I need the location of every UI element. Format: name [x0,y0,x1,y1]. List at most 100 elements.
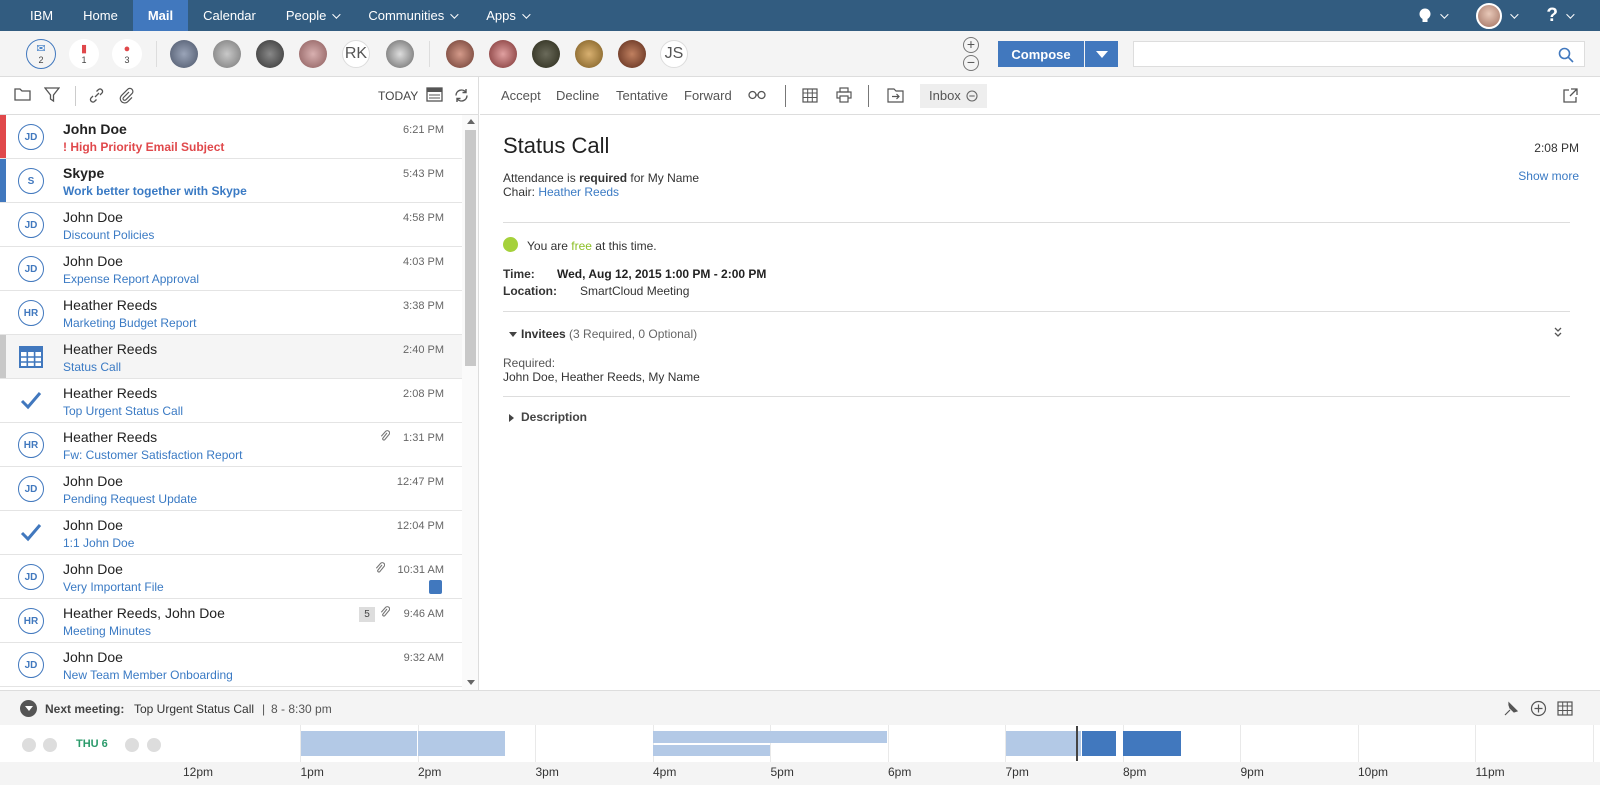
compose-button[interactable]: Compose [998,41,1084,67]
remove-circle-icon[interactable] [966,90,978,102]
message-row[interactable]: HR Heather Reeds Fw: Customer Satisfaction… [0,423,462,467]
required-invitees-links[interactable]: John Doe, Heather Reeds, My Name [503,370,700,384]
link-icon[interactable] [88,87,105,104]
inbox-icon[interactable]: ✉ 2 [26,39,56,69]
contact-avatar[interactable] [532,40,560,68]
nav-ibm[interactable]: IBM [0,0,68,31]
contact-initials-avatar[interactable]: RK [342,40,370,68]
message-row[interactable]: JD John Doe Discount Policies 4:58 PM [0,203,462,247]
glasses-icon[interactable] [748,90,766,100]
message-row[interactable]: JD John Doe ! High Priority Email Subject 6… [0,115,462,159]
message-list-scrollbar[interactable] [462,115,478,690]
contact-avatar[interactable] [170,40,198,68]
invitees-toggle[interactable]: Invitees (3 Required, 0 Optional) [509,327,697,341]
pin-icon[interactable] [1503,700,1520,717]
next-meeting-link[interactable]: Top Urgent Status Call [134,702,254,716]
timeline-event-block[interactable] [1081,731,1117,756]
message-row[interactable]: S Skype Work better together with Skype 5:4… [0,159,462,203]
contact-avatar[interactable] [256,40,284,68]
help-menu[interactable]: ? [1546,5,1575,27]
zoom-in-icon[interactable]: + [963,37,979,53]
nav-label: Communities [368,8,445,23]
contact-avatar[interactable] [386,40,414,68]
first-day-icon[interactable] [22,738,36,752]
print-icon[interactable] [836,87,852,103]
tentative-button[interactable]: Tentative [616,88,668,103]
message-row[interactable]: JD John Doe Pending Request Update 12:47 PM [0,467,462,511]
nav-home[interactable]: Home [68,0,133,31]
collapse-toggle-icon[interactable] [20,700,37,717]
alert-icon[interactable]: ● 3 [112,39,142,69]
message-row[interactable]: JD John Doe New Team Member Onboarding 9:32… [0,643,462,687]
message-row[interactable]: Heather Reeds Status Call 2:40 PM [0,335,462,379]
zoom-out-icon[interactable]: − [963,55,979,71]
invitees-label: Invitees [521,327,566,341]
accept-button[interactable]: Accept [501,88,541,103]
scrollbar-thumb[interactable] [465,130,476,366]
timeline-event-block[interactable] [1123,731,1181,756]
forward-button[interactable]: Forward [684,88,732,103]
scroll-down-arrow-icon[interactable] [467,680,475,685]
sender-avatar: HR [18,300,44,326]
sender-avatar: HR [18,608,44,634]
chair-name-link[interactable]: Heather Reeds [538,185,619,199]
nav-mail[interactable]: Mail [132,0,189,31]
timeline-event-block[interactable] [653,745,770,756]
message-row[interactable]: HR Heather Reeds Marketing Budget Report 3:… [0,291,462,335]
calendar-grid-icon[interactable] [802,88,818,103]
timeline-event-block[interactable] [300,731,417,756]
next-day-icon[interactable] [125,738,139,752]
attendance-required: required [579,171,628,185]
message-subject: ! High Priority Email Subject [63,140,225,154]
move-to-folder-icon[interactable] [887,88,904,103]
nav-calendar[interactable]: Calendar [188,0,271,31]
calendar-grid-icon[interactable] [1557,701,1573,716]
nav-apps[interactable]: Apps [471,0,543,31]
collapse-all-icon[interactable] [1553,326,1563,338]
flag-icon[interactable]: ▮ 1 [69,39,99,69]
message-row[interactable]: Heather Reeds Top Urgent Status Call 2:08 … [0,379,462,423]
nav-label: Home [83,8,118,23]
nav-communities[interactable]: Communities [353,0,471,31]
timeline-hour-label: 3pm [535,765,559,779]
timeline-hour-label: 12pm [183,765,214,779]
show-more-link[interactable]: Show more [1518,169,1579,183]
timeline-event-block[interactable] [1005,731,1081,756]
contact-avatar[interactable] [446,40,474,68]
contact-initials-avatar[interactable]: JS [660,40,688,68]
message-subject: Status Call [63,360,122,374]
profile-menu[interactable] [1476,2,1520,29]
search-input[interactable] [1134,42,1534,66]
folder-icon[interactable] [14,87,31,101]
refresh-icon[interactable] [453,87,470,104]
reading-pane-toolbar: Accept Decline Tentative Forward Inbox [480,77,1600,115]
timeline-event-block[interactable] [418,731,506,756]
nav-people[interactable]: People [271,0,353,31]
sort-today-label[interactable]: TODAY [378,89,418,103]
compose-dropdown-button[interactable] [1085,41,1118,67]
description-toggle[interactable]: Description [509,410,587,424]
contact-avatar[interactable] [299,40,327,68]
message-subject: New Team Member Onboarding [63,668,233,682]
message-row[interactable]: JD John Doe Expense Report Approval 4:03 PM [0,247,462,291]
message-row[interactable]: John Doe 1:1 John Doe 12:04 PM [0,511,462,555]
contact-avatar[interactable] [618,40,646,68]
previous-day-icon[interactable] [43,738,57,752]
contact-avatar[interactable] [213,40,241,68]
message-row[interactable]: JD John Doe Very Important File 10:31 AM [0,555,462,599]
notifications-menu[interactable] [1418,8,1450,24]
pop-out-icon[interactable] [1562,88,1578,104]
reading-pane-icon[interactable] [426,87,443,102]
timeline-event-block[interactable] [653,731,887,743]
contact-avatar[interactable] [575,40,603,68]
inbox-folder-chip[interactable]: Inbox [920,84,987,108]
last-day-icon[interactable] [147,738,161,752]
search-icon[interactable] [1558,47,1574,63]
message-row[interactable]: HR Heather Reeds, John Doe Meeting Minutes… [0,599,462,643]
filter-icon[interactable] [44,87,60,103]
add-circle-icon[interactable] [1530,700,1547,717]
decline-button[interactable]: Decline [556,88,599,103]
paperclip-icon[interactable] [118,87,135,104]
contact-avatar[interactable] [489,40,517,68]
scroll-up-arrow-icon[interactable] [467,119,475,124]
